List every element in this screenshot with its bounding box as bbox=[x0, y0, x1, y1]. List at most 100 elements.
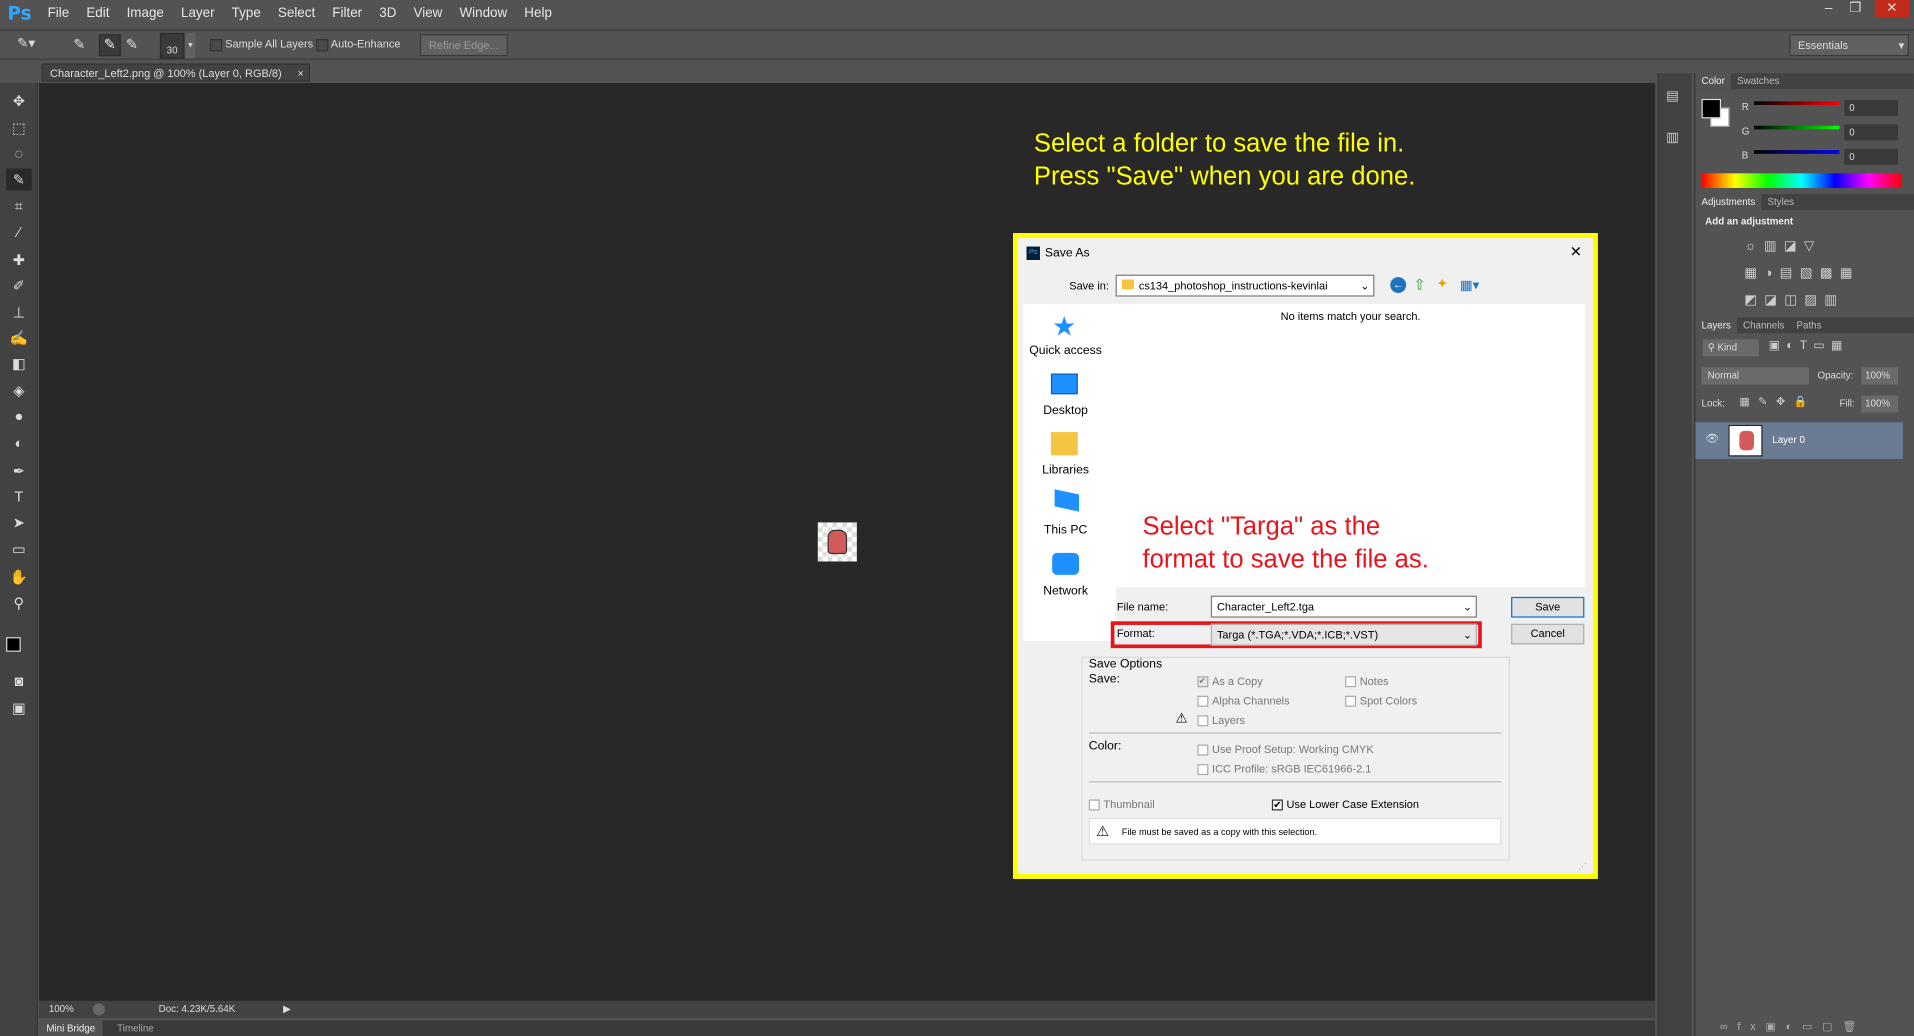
menu-layer[interactable]: Layer bbox=[172, 0, 223, 27]
screen-mode-icon[interactable]: ▣ bbox=[6, 697, 32, 719]
back-icon[interactable]: ← bbox=[1390, 277, 1407, 293]
menu-3d[interactable]: 3D bbox=[371, 0, 405, 27]
place-network[interactable]: Network bbox=[1019, 585, 1112, 598]
menu-edit[interactable]: Edit bbox=[78, 0, 118, 27]
sample-all-layers-checkbox[interactable]: Sample All Layers bbox=[209, 38, 313, 51]
auto-enhance-checkbox[interactable]: Auto-Enhance bbox=[316, 38, 400, 51]
color-foreground-swatch[interactable] bbox=[1701, 98, 1722, 119]
brush-size[interactable]: 30 bbox=[159, 32, 185, 59]
tab-layers[interactable]: Layers bbox=[1695, 317, 1737, 334]
save-in-folder-select[interactable]: cs134_photoshop_instructions-kevinlai ⌄ bbox=[1115, 274, 1375, 297]
blur-tool-icon[interactable]: ● bbox=[6, 405, 32, 427]
file-name-input[interactable]: Character_Left2.tga ⌄ bbox=[1210, 595, 1477, 618]
resize-grip-icon[interactable]: ⋰ bbox=[1578, 862, 1587, 872]
zoom-tool-icon[interactable]: ⚲ bbox=[6, 592, 32, 614]
save-button[interactable]: Save bbox=[1511, 596, 1585, 618]
healing-brush-icon[interactable]: ✚ bbox=[6, 249, 32, 271]
r-slider[interactable] bbox=[1754, 101, 1840, 105]
icc-profile-checkbox[interactable]: ICC Profile: sRGB IEC61966-2.1 bbox=[1197, 763, 1371, 776]
type-tool-icon[interactable]: T bbox=[6, 486, 32, 508]
eraser-tool-icon[interactable]: ◧ bbox=[6, 353, 32, 375]
notes-checkbox[interactable]: Notes bbox=[1345, 675, 1388, 688]
layers-checkbox[interactable]: Layers bbox=[1197, 714, 1245, 727]
dialog-close-icon[interactable]: ✕ bbox=[1570, 243, 1582, 260]
menu-view[interactable]: View bbox=[405, 0, 451, 27]
quick-access-icon[interactable]: ★ bbox=[1052, 311, 1076, 343]
pen-tool-icon[interactable]: ✒ bbox=[6, 460, 32, 482]
clone-stamp-icon[interactable]: ⊥ bbox=[6, 301, 32, 323]
layer-actions-icons[interactable]: ∞fx▣◐▭▢🗑 bbox=[1720, 1020, 1866, 1033]
new-folder-icon[interactable]: ✦ bbox=[1437, 276, 1448, 292]
as-a-copy-checkbox[interactable]: ✔ As a Copy bbox=[1197, 675, 1263, 688]
crop-tool-icon[interactable]: ⌗ bbox=[6, 195, 32, 217]
b-value[interactable]: 0 bbox=[1844, 148, 1899, 165]
tab-styles[interactable]: Styles bbox=[1761, 194, 1800, 210]
path-selection-icon[interactable]: ➤ bbox=[6, 511, 32, 533]
quick-selection-tool-icon[interactable]: ✎ bbox=[6, 168, 32, 191]
lasso-tool-icon[interactable]: ◌ bbox=[6, 143, 32, 165]
place-libraries[interactable]: Libraries bbox=[1019, 464, 1112, 477]
place-desktop[interactable]: Desktop bbox=[1019, 404, 1112, 417]
r-value[interactable]: 0 bbox=[1844, 100, 1899, 116]
refine-edge-button[interactable]: Refine Edge... bbox=[419, 34, 508, 57]
g-slider[interactable] bbox=[1754, 125, 1840, 130]
brush-tool-icon[interactable]: ✐ bbox=[6, 275, 32, 297]
restore-icon[interactable]: ❐ bbox=[1843, 0, 1867, 17]
layer-row[interactable]: 👁 Layer 0 bbox=[1695, 422, 1903, 459]
workspace-switcher[interactable]: Essentials ▾ bbox=[1789, 34, 1910, 57]
adjustment-icons[interactable]: ☼▥◪▽ ▦◑▤▧▩▦ ◩◪◫▨▥ bbox=[1744, 233, 1890, 314]
foreground-color-swatch[interactable] bbox=[6, 637, 21, 652]
layer-filter-kind[interactable]: ⚲ Kind bbox=[1702, 339, 1759, 357]
properties-panel-icon[interactable]: ▥ bbox=[1666, 129, 1686, 146]
tab-swatches[interactable]: Swatches bbox=[1731, 73, 1786, 89]
minimize-icon[interactable]: – bbox=[1816, 0, 1840, 17]
lock-icons[interactable]: ▦✎✥🔒 bbox=[1739, 395, 1816, 408]
new-selection-icon[interactable]: ✎ bbox=[73, 35, 95, 55]
network-icon[interactable] bbox=[1052, 552, 1080, 575]
subtract-selection-icon[interactable]: ✎ bbox=[126, 35, 148, 55]
color-spectrum[interactable] bbox=[1701, 173, 1902, 188]
desktop-icon[interactable] bbox=[1050, 373, 1078, 395]
tab-timeline[interactable]: Timeline bbox=[112, 1020, 158, 1036]
blend-mode-select[interactable]: Normal bbox=[1701, 367, 1809, 385]
thumbnail-checkbox[interactable]: Thumbnail bbox=[1088, 798, 1155, 811]
opacity-value[interactable]: 100% bbox=[1861, 367, 1899, 385]
tab-channels[interactable]: Channels bbox=[1737, 317, 1790, 333]
view-menu-icon[interactable]: ▦▾ bbox=[1460, 277, 1479, 293]
spot-colors-checkbox[interactable]: Spot Colors bbox=[1345, 695, 1417, 707]
dodge-tool-icon[interactable]: ◐ bbox=[6, 432, 32, 454]
tab-color[interactable]: Color bbox=[1695, 73, 1731, 90]
g-value[interactable]: 0 bbox=[1844, 124, 1899, 141]
status-arrow-icon[interactable]: ▶ bbox=[283, 1001, 291, 1018]
tab-paths[interactable]: Paths bbox=[1790, 317, 1827, 333]
proof-setup-checkbox[interactable]: Use Proof Setup: Working CMYK bbox=[1197, 743, 1374, 756]
menu-window[interactable]: Window bbox=[451, 0, 516, 27]
tab-adjustments[interactable]: Adjustments bbox=[1695, 194, 1762, 210]
up-folder-icon[interactable]: ⇧ bbox=[1413, 276, 1425, 293]
menu-type[interactable]: Type bbox=[223, 0, 269, 27]
tab-mini-bridge[interactable]: Mini Bridge bbox=[39, 1020, 103, 1036]
rectangle-tool-icon[interactable]: ▭ bbox=[6, 538, 32, 560]
cancel-button[interactable]: Cancel bbox=[1511, 623, 1585, 645]
eyedropper-tool-icon[interactable]: ⁄ bbox=[6, 221, 32, 243]
paint-bucket-icon[interactable]: ◈ bbox=[6, 380, 32, 402]
place-quick-access[interactable]: Quick access bbox=[1019, 344, 1112, 357]
place-this-pc[interactable]: This PC bbox=[1019, 524, 1112, 537]
zoom-level[interactable]: 100% bbox=[49, 1001, 74, 1018]
status-info-icon[interactable] bbox=[92, 1003, 105, 1016]
fill-value[interactable]: 100% bbox=[1861, 395, 1899, 413]
brush-dropdown-icon[interactable]: ▾ bbox=[185, 32, 196, 59]
lower-case-extension-checkbox[interactable]: ✔ Use Lower Case Extension bbox=[1271, 798, 1419, 811]
menu-filter[interactable]: Filter bbox=[324, 0, 371, 27]
marquee-tool-icon[interactable]: ⬚ bbox=[6, 117, 32, 139]
menu-help[interactable]: Help bbox=[516, 0, 561, 27]
layer-filter-icons[interactable]: ▣◐T▭▦ bbox=[1769, 339, 1891, 356]
libraries-icon[interactable] bbox=[1050, 432, 1078, 456]
history-brush-icon[interactable]: ✍ bbox=[6, 327, 32, 349]
add-to-selection-icon[interactable]: ✎ bbox=[98, 34, 121, 57]
quick-selection-preset-icon[interactable]: ✎▾ bbox=[17, 35, 54, 55]
move-tool-icon[interactable]: ✥ bbox=[6, 90, 32, 112]
history-panel-icon[interactable]: ▤ bbox=[1666, 88, 1686, 105]
menu-image[interactable]: Image bbox=[118, 0, 172, 27]
menu-select[interactable]: Select bbox=[269, 0, 323, 27]
